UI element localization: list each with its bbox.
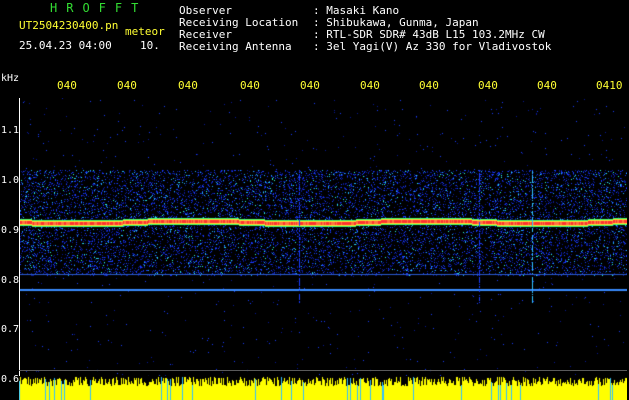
field-value-antenna: : 3el Yagi(V) Az 330 for Vladivostok <box>313 40 552 53</box>
y-tick-label: 0.9 <box>1 225 20 236</box>
image-filename: UT2504230400.pn <box>19 19 119 32</box>
x-tick-label: 0410 <box>596 79 623 92</box>
y-axis-line <box>19 98 20 391</box>
hrofft-window: HROFFT UT2504230400.pn meteor 25.04.23 0… <box>0 0 629 400</box>
y-tick-label: 0.7 <box>1 324 20 335</box>
spectrogram-plot <box>19 98 627 391</box>
signal-level-indicator <box>19 376 627 400</box>
x-tick-label: 040 <box>57 79 77 92</box>
x-tick-label: 040 <box>240 79 260 92</box>
x-tick-label: 040 <box>360 79 380 92</box>
baseline <box>19 370 627 371</box>
x-tick-label: 040 <box>419 79 439 92</box>
x-tick-label: 040 <box>178 79 198 92</box>
y-axis-unit: kHz <box>1 73 20 84</box>
x-tick-label: 040 <box>537 79 557 92</box>
x-tick-label: 040 <box>117 79 137 92</box>
field-label-antenna: Receiving Antenna <box>179 40 292 53</box>
meteor-count: 10. <box>140 39 160 52</box>
y-tick-label: 0.6 <box>1 374 20 385</box>
y-tick-label: 0.8 <box>1 275 20 286</box>
x-tick-label: 040 <box>300 79 320 92</box>
datetime-label: 25.04.23 04:00 <box>19 39 112 52</box>
meteor-label: meteor <box>125 25 165 38</box>
y-tick-label: 1.0 <box>1 175 20 186</box>
x-tick-label: 040 <box>478 79 498 92</box>
program-title: HROFFT <box>50 1 148 15</box>
y-tick-label: 1.1 <box>1 125 20 136</box>
